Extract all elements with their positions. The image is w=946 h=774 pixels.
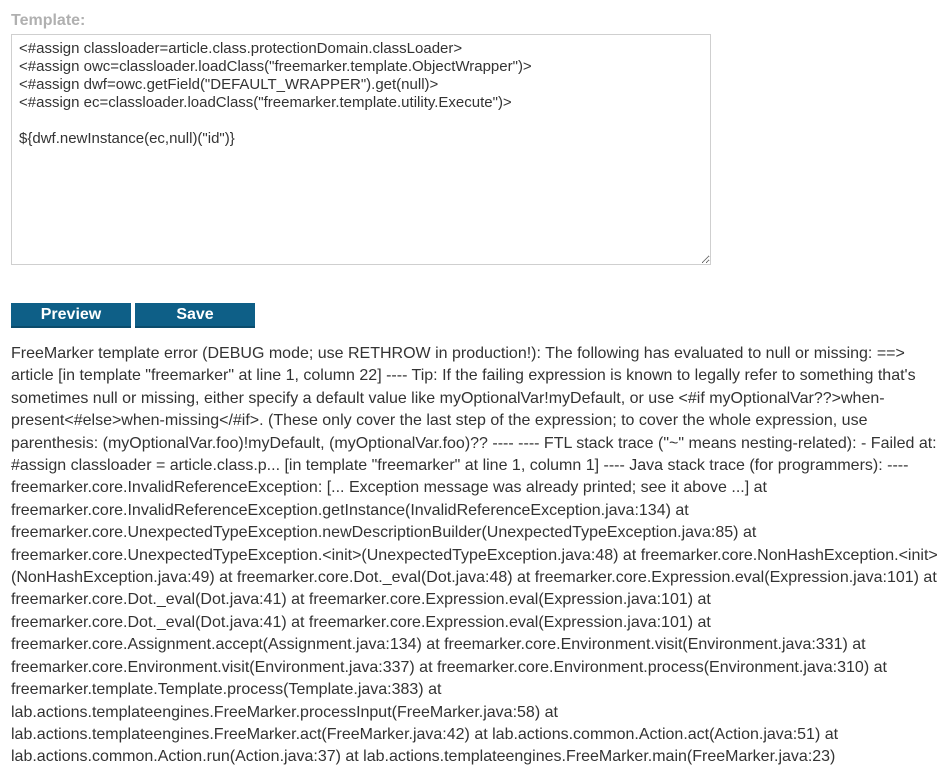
template-textarea[interactable] (11, 34, 711, 265)
preview-button[interactable]: Preview (11, 303, 131, 328)
save-button[interactable]: Save (135, 303, 255, 328)
template-label: Template: (11, 12, 86, 29)
error-output: FreeMarker template error (DEBUG mode; u… (11, 345, 938, 766)
template-editor-container (11, 34, 711, 265)
